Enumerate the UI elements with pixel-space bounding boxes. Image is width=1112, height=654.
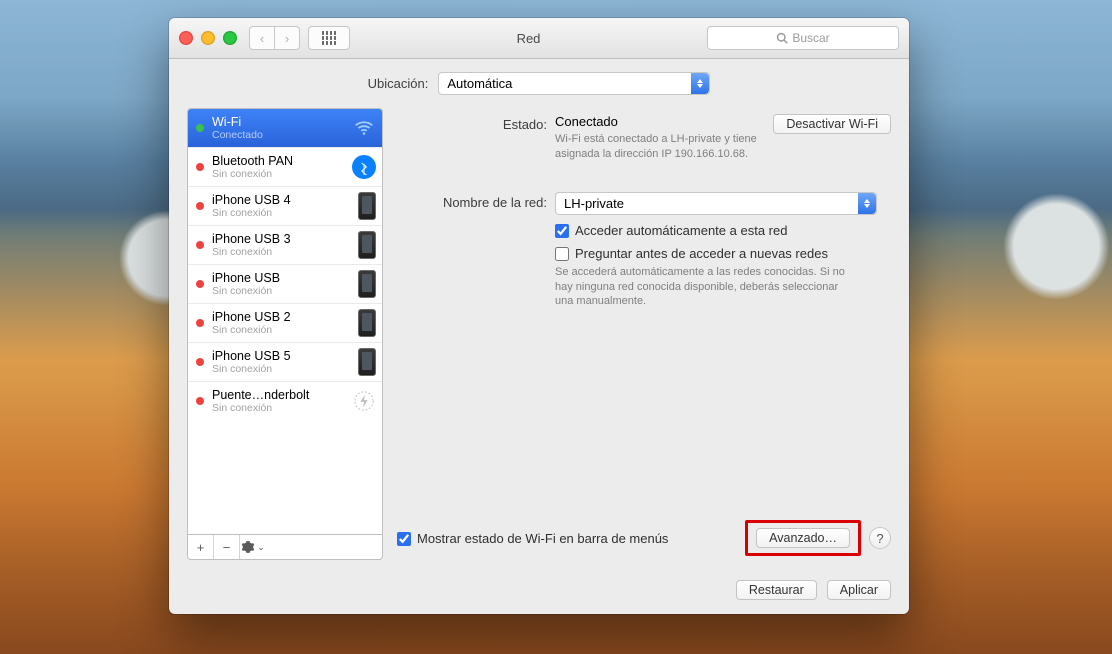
- show-in-menubar-checkbox[interactable]: Mostrar estado de Wi-Fi en barra de menú…: [397, 531, 737, 546]
- interface-status: Sin conexión: [212, 402, 346, 414]
- remove-interface-button[interactable]: −: [214, 535, 240, 559]
- show-in-menubar-input[interactable]: [397, 532, 411, 546]
- ask-join-input[interactable]: [555, 247, 569, 261]
- phone-icon: [358, 270, 376, 298]
- network-name-select[interactable]: LH-private: [555, 192, 877, 215]
- turn-off-wifi-button[interactable]: Desactivar Wi-Fi: [773, 114, 891, 134]
- preferences-window: ‹ › Red Buscar Ubicación: Automática Wi-…: [169, 18, 909, 614]
- ask-join-hint: Se accederá automáticamente a las redes …: [555, 265, 855, 310]
- status-dot: [196, 280, 204, 288]
- network-name-value: LH-private: [564, 196, 624, 211]
- restore-button[interactable]: Restaurar: [736, 580, 817, 600]
- interface-name: Bluetooth PAN: [212, 154, 346, 168]
- chevron-down-icon: ⌄: [257, 542, 265, 553]
- sidebar-item-iphone-usb-2[interactable]: iPhone USB 2Sin conexión: [188, 304, 382, 343]
- interfaces-sidebar: Wi-FiConectadoBluetooth PANSin conexióni…: [187, 108, 383, 560]
- phone-icon: [358, 348, 376, 376]
- interface-name: iPhone USB 3: [212, 232, 352, 246]
- panel-footer: Mostrar estado de Wi-Fi en barra de menú…: [397, 520, 891, 560]
- estado-value: Conectado: [555, 114, 763, 129]
- location-select[interactable]: Automática: [438, 72, 710, 95]
- nav-buttons: ‹ ›: [249, 26, 300, 50]
- show-in-menubar-label: Mostrar estado de Wi-Fi en barra de menú…: [417, 531, 668, 546]
- network-name-label: Nombre de la red:: [397, 192, 555, 210]
- interfaces-list[interactable]: Wi-FiConectadoBluetooth PANSin conexióni…: [187, 108, 383, 535]
- interface-name: iPhone USB 5: [212, 349, 352, 363]
- window-titlebar: ‹ › Red Buscar: [169, 18, 909, 59]
- sidebar-item-puente-nderbolt[interactable]: Puente…nderboltSin conexión: [188, 382, 382, 420]
- back-button[interactable]: ‹: [249, 26, 275, 50]
- status-dot: [196, 358, 204, 366]
- help-button[interactable]: ?: [869, 527, 891, 549]
- sidebar-item-iphone-usb-3[interactable]: iPhone USB 3Sin conexión: [188, 226, 382, 265]
- add-interface-button[interactable]: +: [188, 535, 214, 559]
- interface-name: iPhone USB 4: [212, 193, 352, 207]
- window-footer: Restaurar Aplicar: [169, 570, 909, 614]
- location-row: Ubicación: Automática: [169, 59, 909, 108]
- phone-icon: [358, 309, 376, 337]
- interface-name: Wi-Fi: [212, 115, 346, 129]
- sidebar-item-bluetooth-pan[interactable]: Bluetooth PANSin conexión: [188, 148, 382, 187]
- auto-join-label: Acceder automáticamente a esta red: [575, 223, 787, 238]
- location-label: Ubicación:: [368, 76, 429, 91]
- auto-join-input[interactable]: [555, 224, 569, 238]
- status-dot: [196, 124, 204, 132]
- interface-status: Sin conexión: [212, 324, 352, 336]
- auto-join-checkbox[interactable]: Acceder automáticamente a esta red: [555, 223, 891, 238]
- interface-status: Sin conexión: [212, 363, 352, 375]
- window-title: Red: [350, 31, 707, 46]
- interface-status: Sin conexión: [212, 207, 352, 219]
- zoom-button[interactable]: [223, 31, 237, 45]
- phone-icon: [358, 231, 376, 259]
- status-dot: [196, 319, 204, 327]
- status-dot: [196, 202, 204, 210]
- ask-join-label: Preguntar antes de acceder a nuevas rede…: [575, 246, 828, 261]
- interface-status: Sin conexión: [212, 246, 352, 258]
- grid-icon: [322, 31, 336, 45]
- sidebar-item-iphone-usb[interactable]: iPhone USBSin conexión: [188, 265, 382, 304]
- status-dot: [196, 241, 204, 249]
- wifi-icon: [352, 116, 376, 140]
- interface-name: Puente…nderbolt: [212, 388, 346, 402]
- interface-name: iPhone USB 2: [212, 310, 352, 324]
- forward-button[interactable]: ›: [275, 26, 300, 50]
- search-icon: [776, 32, 788, 44]
- sidebar-item-iphone-usb-5[interactable]: iPhone USB 5Sin conexión: [188, 343, 382, 382]
- minimize-button[interactable]: [201, 31, 215, 45]
- select-stepper-icon: [858, 193, 876, 214]
- status-dot: [196, 397, 204, 405]
- bt-icon: [352, 155, 376, 179]
- interface-actions-button[interactable]: ⌄: [240, 535, 266, 559]
- search-field[interactable]: Buscar: [707, 26, 899, 50]
- sidebar-item-wi-fi[interactable]: Wi-FiConectado: [188, 109, 382, 148]
- advanced-highlight: Avanzado…: [745, 520, 861, 556]
- apply-button[interactable]: Aplicar: [827, 580, 891, 600]
- estado-label: Estado:: [397, 114, 555, 132]
- close-button[interactable]: [179, 31, 193, 45]
- ask-join-checkbox[interactable]: Preguntar antes de acceder a nuevas rede…: [555, 246, 891, 261]
- advanced-button[interactable]: Avanzado…: [756, 528, 850, 548]
- thunder-icon: [352, 389, 376, 413]
- sidebar-item-iphone-usb-4[interactable]: iPhone USB 4Sin conexión: [188, 187, 382, 226]
- interface-status: Conectado: [212, 129, 346, 141]
- details-panel: Estado: Conectado Wi-Fi está conectado a…: [397, 108, 891, 560]
- interface-status: Sin conexión: [212, 285, 352, 297]
- window-controls: [179, 31, 237, 45]
- search-placeholder: Buscar: [792, 31, 829, 45]
- show-all-button[interactable]: [308, 26, 350, 50]
- phone-icon: [358, 192, 376, 220]
- interface-name: iPhone USB: [212, 271, 352, 285]
- content-area: Wi-FiConectadoBluetooth PANSin conexióni…: [169, 108, 909, 570]
- location-value: Automática: [447, 76, 512, 91]
- sidebar-toolbar: + − ⌄: [187, 535, 383, 560]
- status-dot: [196, 163, 204, 171]
- estado-hint: Wi-Fi está conectado a LH-private y tien…: [555, 132, 763, 162]
- gear-icon: [241, 540, 255, 554]
- interface-status: Sin conexión: [212, 168, 346, 180]
- select-stepper-icon: [691, 73, 709, 94]
